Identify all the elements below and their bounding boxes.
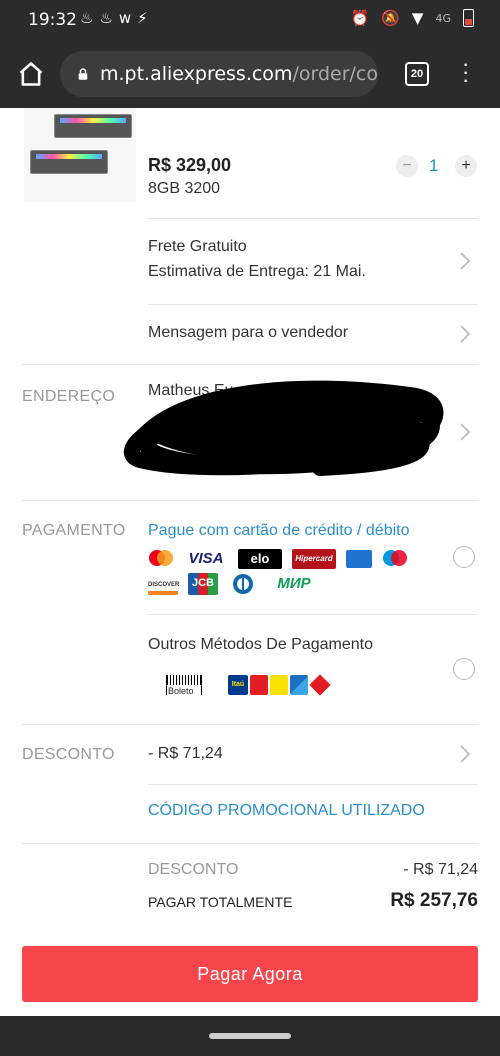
divider [148, 784, 478, 785]
amex-icon [346, 550, 372, 568]
quantity-decrease-button[interactable]: − [396, 155, 418, 177]
notification-icons: ♨♨w⚡ [80, 9, 154, 27]
total-label: PAGAR TOTALMENTE [148, 894, 293, 910]
lock-icon [78, 68, 88, 80]
card-payment-label: Pague com cartão de crédito / débito [148, 522, 410, 539]
visa-icon: VISA [188, 550, 224, 567]
address-label: ENDEREÇO [22, 388, 116, 405]
url-host: m.pt.aliexpress.com [99, 63, 293, 85]
divider [22, 364, 478, 365]
bradesco-icon [250, 675, 268, 695]
network-type: 4G [435, 11, 451, 25]
payment-label: PAGAMENTO [22, 522, 126, 539]
caixa-icon [290, 675, 308, 695]
product-image [24, 108, 136, 202]
shipping-free: Frete Gratuito [148, 238, 247, 255]
summary-discount-value: - R$ 71,24 [403, 861, 478, 878]
url-path: /order/co [292, 63, 378, 85]
hsbc-icon [309, 674, 331, 696]
discount-value: - R$ 71,24 [148, 745, 223, 762]
itau-icon: Itaú [228, 675, 248, 695]
system-icons: ⏰ 🔕 ▼ 4G [351, 9, 474, 27]
mute-icon: 🔕 [381, 9, 400, 27]
maestro-icon [383, 550, 407, 566]
elo-icon: elo [238, 549, 282, 569]
other-payment-radio[interactable] [453, 658, 475, 680]
mastercard-icon [149, 550, 173, 566]
chevron-right-icon [460, 745, 471, 763]
jcb-icon: JCB [188, 573, 218, 595]
divider [148, 218, 478, 219]
mir-icon: МИР [277, 575, 311, 592]
chevron-right-icon [460, 252, 471, 270]
divider [22, 500, 478, 501]
system-nav-bar [0, 1016, 500, 1056]
alarm-icon: ⏰ [350, 9, 370, 27]
status-time: 19:32 [28, 10, 77, 30]
ram-stick-image [30, 150, 108, 174]
divider [148, 304, 478, 305]
home-gesture-handle[interactable] [209, 1033, 291, 1039]
status-bar: 19:32 ♨♨w⚡ ⏰ 🔕 ▼ 4G [0, 0, 500, 40]
home-icon[interactable] [17, 60, 45, 88]
card-payment-radio[interactable] [453, 546, 475, 568]
product-price: R$ 329,00 [148, 155, 232, 175]
summary-discount-label: DESCONTO [148, 861, 239, 878]
quantity-increase-button[interactable]: + [455, 155, 477, 177]
quantity-value: 1 [429, 156, 439, 175]
address-bar[interactable]: m.pt.aliexpress.com/order/co [60, 51, 378, 97]
banco-do-brasil-icon [270, 675, 288, 695]
browser-toolbar: m.pt.aliexpress.com/order/co 20 · · · [0, 40, 500, 108]
discount-label: DESCONTO [22, 746, 115, 763]
promo-code-link[interactable]: CÓDIGO PROMOCIONAL UTILIZADO [148, 802, 425, 820]
pay-now-button[interactable]: Pagar Agora [22, 946, 478, 1002]
other-payment-label: Outros Métodos De Pagamento [148, 636, 374, 653]
chevron-right-icon [460, 423, 471, 441]
diners-icon [233, 574, 253, 594]
battery-icon [463, 9, 474, 27]
discover-icon: DISCOVER [148, 575, 179, 595]
checkout-page: R$ 329,00 8GB 3200 − 1 + Frete Gratuito … [0, 108, 500, 1016]
divider [22, 843, 478, 844]
divider [22, 724, 478, 725]
chevron-right-icon [460, 325, 471, 343]
url-text: m.pt.aliexpress.com/order/co [100, 63, 378, 85]
product-variant: 8GB 3200 [148, 180, 221, 197]
total-value: R$ 257,76 [390, 890, 478, 911]
boleto-label: Boleto [167, 686, 195, 696]
seller-message-label: Mensagem para o vendedor [148, 324, 349, 341]
tab-switcher-button[interactable]: 20 [405, 62, 429, 86]
divider [148, 614, 478, 615]
wifi-icon: ▼ [411, 9, 424, 27]
redaction-scribble [123, 380, 444, 476]
menu-dots-icon[interactable]: · · · [462, 53, 469, 91]
ram-stick-image [54, 114, 132, 138]
hipercard-icon: Hipercard [292, 549, 336, 569]
shipping-estimate: Estimativa de Entrega: 21 Mai. [148, 263, 366, 280]
